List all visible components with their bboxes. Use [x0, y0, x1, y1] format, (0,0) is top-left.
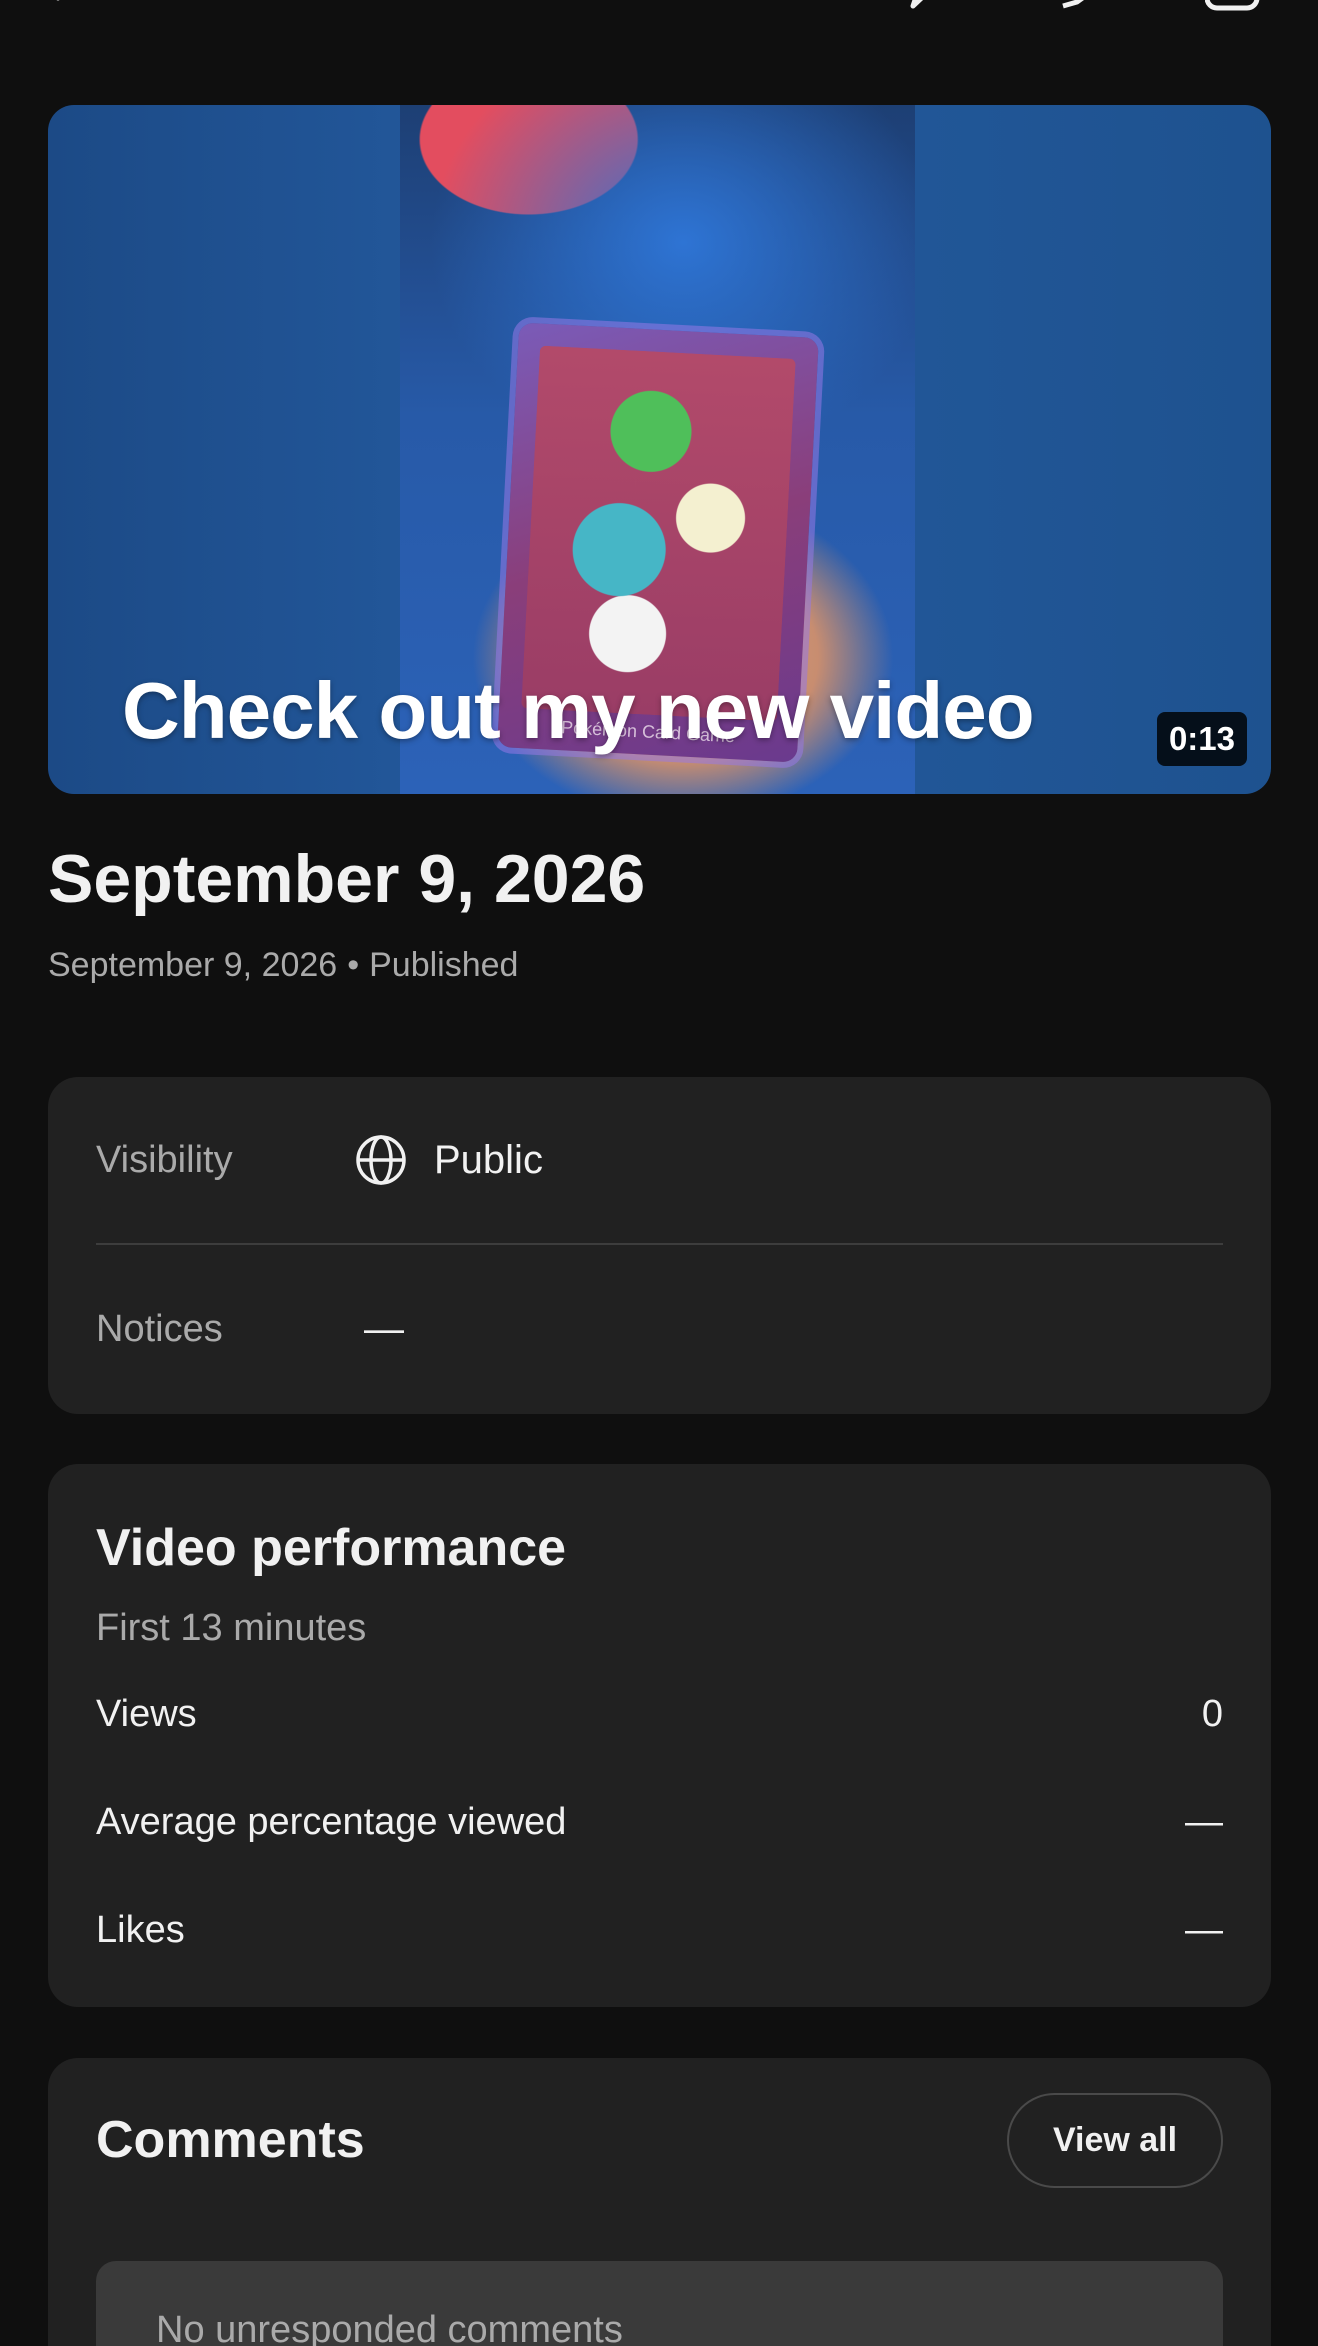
meta-separator: •: [347, 946, 360, 984]
notices-row: Notices —: [96, 1245, 1223, 1413]
share-icon[interactable]: [1055, 0, 1111, 28]
performance-period: First 13 minutes: [96, 1607, 367, 1649]
metric-label: Views: [96, 1692, 197, 1735]
publish-status: Published: [369, 946, 519, 984]
edit-pencil-icon[interactable]: [905, 0, 961, 28]
visibility-label: Visibility: [96, 1138, 233, 1181]
notices-value: —: [364, 1306, 404, 1351]
metric-label: Likes: [96, 1908, 185, 1951]
comments-card: Comments View all No unresponded comment…: [48, 2058, 1271, 2346]
metric-row-avg-percentage: Average percentage viewed —: [96, 1792, 1223, 1852]
metric-label: Average percentage viewed: [96, 1800, 567, 1843]
top-app-bar: [0, 0, 1318, 40]
comments-empty-state: No unresponded comments: [96, 2261, 1223, 2346]
visibility-value: Public: [434, 1137, 543, 1182]
back-arrow-icon[interactable]: [40, 0, 96, 28]
notices-label: Notices: [96, 1307, 223, 1350]
globe-icon: [356, 1135, 406, 1185]
visibility-row[interactable]: Visibility Public: [96, 1077, 1223, 1245]
video-thumbnail[interactable]: Pokémon Card Game Check out my new video…: [48, 105, 1271, 794]
video-performance-card[interactable]: Video performance First 13 minutes Views…: [48, 1464, 1271, 2007]
comments-empty-text: No unresponded comments: [156, 2309, 623, 2346]
metric-value: 0: [1201, 1692, 1223, 1735]
metric-value: —: [1185, 1908, 1223, 1951]
thumbnail-overlay-text: Check out my new video: [122, 666, 1035, 755]
details-card: Visibility Public Notices —: [48, 1077, 1271, 1414]
performance-title: Video performance: [96, 1519, 567, 1577]
view-all-comments-button[interactable]: View all: [1007, 2093, 1223, 2188]
video-title: September 9, 2026: [48, 841, 646, 917]
metric-row-likes: Likes —: [96, 1900, 1223, 1960]
metric-value: —: [1185, 1800, 1223, 1843]
video-duration-badge: 0:13: [1156, 712, 1247, 766]
more-icon[interactable]: [1205, 0, 1261, 28]
publish-date: September 9, 2026: [48, 946, 338, 984]
metric-row-views: Views 0: [96, 1684, 1223, 1744]
video-meta: September 9, 2026 • Published: [48, 946, 518, 985]
comments-title: Comments: [96, 2111, 365, 2169]
